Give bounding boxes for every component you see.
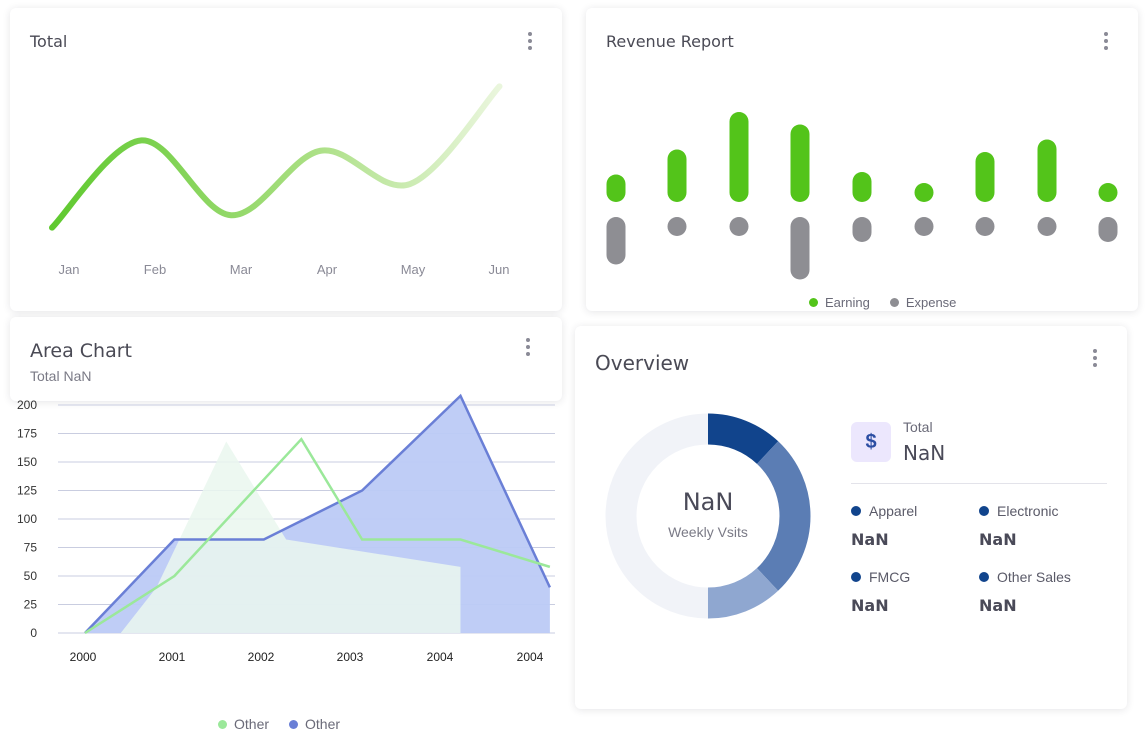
- x-tick-label: Jun: [489, 262, 510, 277]
- x-tick-label: Feb: [144, 262, 166, 277]
- total-card: Total Jan Feb Mar Apr May Jun: [10, 8, 562, 311]
- stat-other-sales: Other Sales: [979, 569, 1071, 585]
- expense-bar[interactable]: [1098, 217, 1118, 242]
- stat-other-sales-value: NaN: [979, 596, 1017, 615]
- revenue-bar-chart: [606, 112, 1118, 280]
- y-tick-label: 150: [17, 455, 37, 469]
- stat-electronic: Electronic: [979, 503, 1058, 519]
- x-tick-label: Mar: [230, 262, 253, 277]
- y-tick-label: 175: [17, 427, 37, 441]
- x-tick-label: 2004: [517, 650, 544, 664]
- expense-bar[interactable]: [975, 217, 995, 236]
- area-chart: 0 25 50 75 100 125 150 175 200 2000 2001 2002 2003 20…: [17, 393, 555, 664]
- x-tick-label: Jan: [59, 262, 80, 277]
- expense-bar[interactable]: [606, 217, 626, 265]
- x-tick-label: 2000: [70, 650, 97, 664]
- y-tick-label: 200: [17, 398, 37, 412]
- dollar-icon: $: [851, 422, 891, 462]
- earning-bar[interactable]: [975, 152, 995, 202]
- earning-dot-icon: [809, 298, 818, 307]
- earning-bar[interactable]: [790, 124, 810, 203]
- earning-bar[interactable]: [852, 172, 872, 202]
- other-sales-dot-icon: [979, 572, 989, 582]
- legend-label: Other: [305, 716, 341, 732]
- weekly-visits-donut: [605, 413, 811, 619]
- legend-item-earning[interactable]: Earning: [809, 295, 870, 310]
- expense-bar[interactable]: [1037, 217, 1057, 236]
- expense-bar[interactable]: [914, 217, 934, 236]
- revenue-card: Revenue Report Earning Expense: [586, 8, 1138, 311]
- total-series-line: [49, 83, 503, 231]
- y-tick-label: 100: [17, 512, 37, 526]
- stat-electronic-value: NaN: [979, 530, 1017, 549]
- legend-item-expense[interactable]: Expense: [889, 295, 957, 310]
- earning-bar[interactable]: [1098, 183, 1118, 202]
- overview-card: Overview NaN Weekly Vsits $ Total NaN Ap…: [575, 326, 1127, 709]
- total-label: Total: [903, 419, 933, 435]
- y-tick-label: 75: [24, 541, 38, 555]
- x-tick-label: 2004: [427, 650, 454, 664]
- legend-item-other-2[interactable]: Other: [289, 716, 340, 732]
- earning-bar[interactable]: [606, 174, 626, 203]
- earning-bar[interactable]: [914, 183, 934, 202]
- donut-center-value: NaN: [682, 488, 734, 516]
- total-value: NaN: [903, 441, 946, 465]
- y-tick-label: 25: [24, 598, 38, 612]
- green-dot-icon: [218, 719, 227, 729]
- y-tick-label: 50: [24, 569, 38, 583]
- kebab-vertical-icon[interactable]: [522, 337, 534, 357]
- x-tick-label: Apr: [317, 262, 338, 277]
- apparel-dot-icon: [851, 506, 861, 516]
- fmcg-dot-icon: [851, 572, 861, 582]
- expense-bar[interactable]: [729, 217, 749, 236]
- area-card-title: Area Chart: [30, 340, 132, 362]
- expense-bar[interactable]: [852, 217, 872, 242]
- expense-dot-icon: [889, 298, 899, 307]
- kebab-vertical-icon[interactable]: [1089, 348, 1101, 368]
- earning-bar[interactable]: [1037, 139, 1057, 203]
- x-tick-label: 2001: [159, 650, 186, 664]
- y-tick-label: 125: [17, 484, 37, 498]
- legend-label: Expense: [905, 295, 957, 310]
- earning-bar[interactable]: [729, 112, 749, 202]
- overview-divider: [851, 483, 1107, 484]
- overview-card-title: Overview: [595, 351, 690, 375]
- donut-center-label: Weekly Vsits: [668, 524, 748, 540]
- total-line-chart: Jan Feb Mar Apr May Jun: [49, 83, 510, 277]
- legend-item-other-1[interactable]: Other: [218, 716, 269, 732]
- stat-fmcg-value: NaN: [851, 596, 889, 615]
- x-tick-label: 2003: [337, 650, 364, 664]
- revenue-legend: Earning Expense: [809, 295, 976, 310]
- electronic-dot-icon: [979, 506, 989, 516]
- legend-label: Earning: [825, 295, 870, 310]
- blue-dot-icon: [289, 719, 299, 729]
- expense-bar[interactable]: [790, 217, 810, 280]
- x-tick-label: 2002: [248, 650, 275, 664]
- earning-bar[interactable]: [667, 149, 687, 203]
- stat-apparel-value: NaN: [851, 530, 889, 549]
- legend-label: Other: [234, 716, 270, 732]
- y-tick-label: 0: [30, 626, 37, 640]
- x-tick-label: May: [401, 262, 426, 277]
- expense-bar[interactable]: [667, 217, 687, 236]
- stat-fmcg: FMCG: [851, 569, 910, 585]
- stat-apparel: Apparel: [851, 503, 917, 519]
- area-legend: Other Other: [218, 716, 360, 732]
